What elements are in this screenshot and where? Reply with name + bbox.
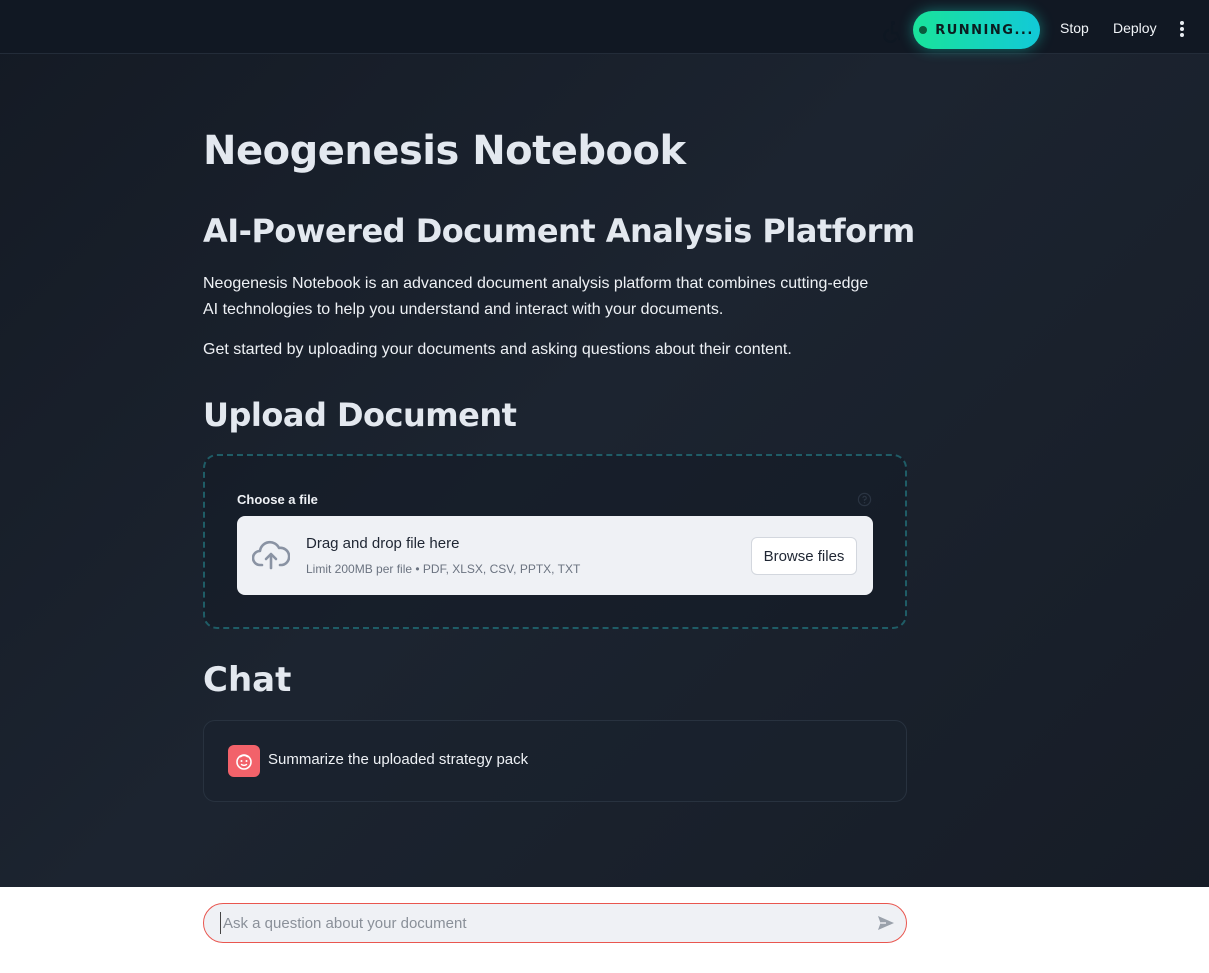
send-icon[interactable] xyxy=(876,913,896,933)
chat-section-heading: Chat xyxy=(203,660,292,700)
running-status-button[interactable]: RUNNING... xyxy=(913,11,1040,49)
top-toolbar: RUNNING... Stop Deploy xyxy=(0,0,1209,54)
accessibility-icon[interactable] xyxy=(880,19,904,43)
getting-started-paragraph: Get started by uploading your documents … xyxy=(203,341,792,358)
page-subtitle: AI-Powered Document Analysis Platform xyxy=(203,212,915,250)
upload-section-heading: Upload Document xyxy=(203,396,517,434)
chat-input-container xyxy=(203,903,907,943)
chat-input[interactable] xyxy=(220,912,860,934)
page-title: Neogenesis Notebook xyxy=(203,128,686,174)
chat-message-text: Summarize the uploaded strategy pack xyxy=(268,751,529,768)
status-dot-icon xyxy=(919,26,928,34)
dropzone-limit-text: Limit 200MB per file • PDF, XLSX, CSV, P… xyxy=(306,562,581,576)
help-icon[interactable] xyxy=(857,492,872,507)
kebab-menu-icon[interactable] xyxy=(1176,21,1188,39)
file-uploader-label: Choose a file xyxy=(237,492,318,507)
stop-button[interactable]: Stop xyxy=(1060,20,1089,36)
user-face-icon xyxy=(228,745,260,777)
cloud-upload-icon xyxy=(252,540,290,570)
running-status-label: RUNNING... xyxy=(935,22,1034,38)
dropzone-title: Drag and drop file here xyxy=(306,535,460,552)
intro-paragraph: Neogenesis Notebook is an advanced docum… xyxy=(203,275,869,318)
deploy-button[interactable]: Deploy xyxy=(1113,20,1157,36)
browse-files-button[interactable]: Browse files xyxy=(751,537,857,575)
